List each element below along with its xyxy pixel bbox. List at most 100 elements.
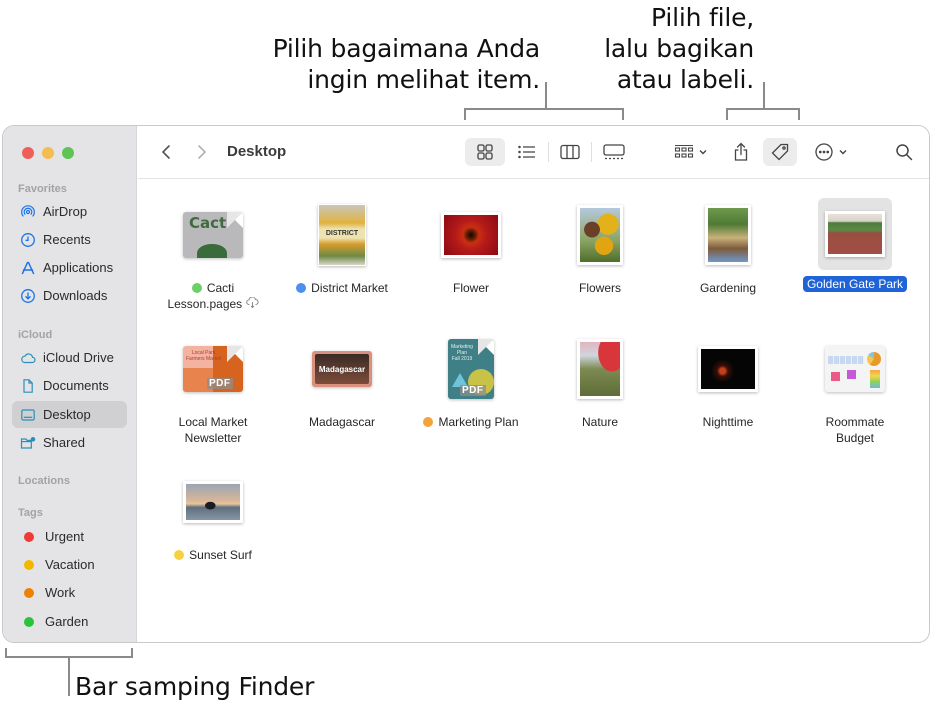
- file-item[interactable]: Madagascar Madagascar: [278, 330, 406, 430]
- callout-view-options: Pilih bagaimana Anda ingin melihat item.: [262, 33, 541, 95]
- file-thumbnail: [441, 212, 501, 258]
- view-gallery-button[interactable]: [595, 138, 633, 166]
- file-name[interactable]: Golden Gate Park: [802, 276, 908, 292]
- sidebar-item-documents[interactable]: Documents: [12, 372, 127, 399]
- tag-color-dot: [24, 616, 34, 627]
- callout-line: lalu bagikan: [604, 34, 754, 63]
- sidebar-tag-work[interactable]: Work: [12, 579, 127, 606]
- file-item[interactable]: Marketing Plan Fall 2019 PDF Marketing Pla…: [407, 330, 535, 430]
- ellipsis-circle-icon: [815, 143, 833, 161]
- file-item[interactable]: Nighttime: [664, 330, 792, 430]
- callout-stem: [545, 82, 547, 108]
- sidebar-item-recents[interactable]: Recents: [12, 226, 127, 253]
- tag-icon: [771, 143, 789, 161]
- sidebar-tag-urgent[interactable]: Urgent: [12, 523, 127, 550]
- file-name: District Market: [311, 281, 388, 295]
- shared-folder-icon: [20, 435, 36, 451]
- minimize-button[interactable]: [42, 147, 54, 159]
- file-thumbnail: Cact: [183, 212, 243, 258]
- tag-color-dot: [24, 587, 34, 598]
- file-thumbnail: Local Park Farmers Market PDF: [183, 346, 243, 392]
- file-item[interactable]: Cact Cacti Lesson.pages: [149, 196, 277, 312]
- file-item[interactable]: Sunset Surf: [149, 463, 277, 563]
- sidebar-item-label: iCloud Drive: [43, 350, 114, 365]
- thumb-text: Cact: [189, 214, 227, 232]
- zoom-button[interactable]: [62, 147, 74, 159]
- file-item[interactable]: Golden Gate Park: [791, 196, 919, 292]
- thumb-text: Madagascar: [315, 354, 369, 384]
- search-button[interactable]: [890, 138, 918, 166]
- finder-window: Favorites AirDrop Recents Applications D…: [2, 125, 930, 643]
- sidebar-item-downloads[interactable]: Downloads: [12, 282, 127, 309]
- file-thumbnail: [577, 205, 623, 265]
- group-icon: [674, 144, 694, 158]
- pdf-badge: PDF: [207, 378, 233, 389]
- callout-share-tag: Pilih file, lalu bagikan atau labeli.: [598, 2, 754, 95]
- file-name: Flowers: [578, 281, 621, 295]
- file-item[interactable]: Local Park Farmers Market PDF Local Marke…: [149, 330, 277, 446]
- tag-color-dot: [24, 531, 34, 542]
- more-actions-button[interactable]: [809, 138, 853, 166]
- thumb-text: Farmers Market: [186, 356, 222, 362]
- file-name: Marketing Plan: [438, 415, 519, 429]
- pdf-badge: PDF: [460, 385, 486, 396]
- view-icons-button[interactable]: [465, 138, 505, 166]
- view-list-button[interactable]: [509, 138, 545, 166]
- share-button[interactable]: [727, 138, 755, 166]
- callout-line: ingin melihat item.: [307, 65, 540, 94]
- callout-stem: [763, 82, 765, 108]
- airdrop-icon: [20, 204, 36, 220]
- tag-dot: [191, 283, 202, 293]
- sidebar-item-label: Urgent: [45, 529, 85, 544]
- file-item[interactable]: Roommate Budget: [791, 330, 919, 446]
- file-name: Sunset Surf: [189, 548, 252, 562]
- sidebar-tag-vacation[interactable]: Vacation: [12, 551, 127, 578]
- sidebar-item-label: Desktop: [43, 407, 91, 422]
- selection-highlight: [818, 198, 892, 270]
- share-icon: [734, 142, 748, 161]
- file-item[interactable]: Nature: [536, 330, 664, 430]
- file-name: Nighttime: [702, 415, 754, 429]
- file-thumbnail: [705, 205, 751, 265]
- sidebar-tag-garden[interactable]: Garden: [12, 608, 127, 635]
- sidebar: Favorites AirDrop Recents Applications D…: [3, 126, 137, 642]
- callout-bracket: [464, 108, 624, 120]
- file-thumbnail: [577, 339, 623, 399]
- sidebar-item-applications[interactable]: Applications: [12, 254, 127, 281]
- file-item[interactable]: DISTRICT District Market: [278, 196, 406, 296]
- tag-button[interactable]: [763, 138, 797, 166]
- toolbar-divider: [548, 142, 549, 162]
- back-button[interactable]: [154, 138, 178, 166]
- sidebar-item-label: Vacation: [45, 557, 95, 572]
- sidebar-item-shared[interactable]: Shared: [12, 429, 127, 456]
- sidebar-item-desktop[interactable]: Desktop: [12, 401, 127, 428]
- columns-icon: [560, 144, 580, 160]
- group-by-button[interactable]: [668, 138, 714, 166]
- tag-dot: [423, 417, 434, 427]
- chevron-right-icon: [198, 145, 207, 159]
- section-favorites: Favorites: [18, 183, 67, 195]
- toolbar: Desktop: [138, 126, 929, 179]
- tag-dot: [174, 550, 185, 560]
- file-name: Newsletter: [184, 431, 242, 445]
- sidebar-item-airdrop[interactable]: AirDrop: [12, 198, 127, 225]
- sidebar-item-label: Applications: [43, 260, 114, 275]
- forward-button[interactable]: [190, 138, 214, 166]
- file-thumbnail: [825, 346, 885, 392]
- sidebar-item-label: Documents: [43, 378, 109, 393]
- search-icon: [896, 144, 913, 161]
- clock-icon: [20, 232, 36, 248]
- close-button[interactable]: [22, 147, 34, 159]
- file-thumbnail: [698, 346, 758, 392]
- file-item[interactable]: Flowers: [536, 196, 664, 296]
- chevron-down-icon: [699, 150, 707, 155]
- file-item[interactable]: Flower: [407, 196, 535, 296]
- file-name: Madagascar: [308, 415, 376, 429]
- tag-color-dot: [24, 559, 34, 570]
- view-columns-button[interactable]: [552, 138, 588, 166]
- sidebar-item-label: AirDrop: [43, 204, 88, 219]
- file-item[interactable]: Gardening: [664, 196, 792, 296]
- section-locations: Locations: [18, 475, 70, 487]
- sidebar-item-icloud-drive[interactable]: iCloud Drive: [12, 344, 127, 371]
- callout-bracket: [5, 648, 133, 658]
